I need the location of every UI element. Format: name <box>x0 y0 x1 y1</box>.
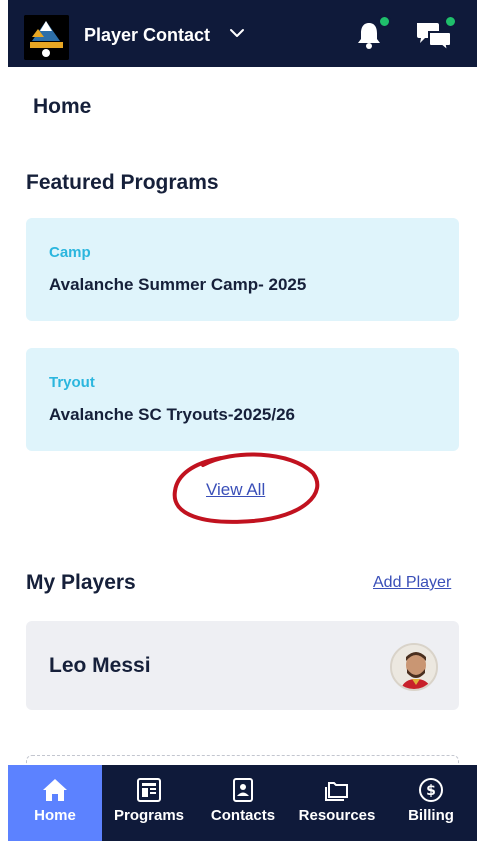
nav-item-resources[interactable]: Resources <box>290 765 384 841</box>
nav-label: Billing <box>408 807 454 824</box>
program-type-label: Camp <box>49 244 91 261</box>
dollar-icon: $ <box>419 778 443 802</box>
chevron-down-icon[interactable] <box>228 24 246 42</box>
nav-label: Home <box>34 807 76 824</box>
left-margin <box>0 0 8 847</box>
notification-dot <box>378 15 391 28</box>
featured-programs-heading: Featured Programs <box>26 171 219 194</box>
top-header: Player Contact <box>8 0 477 67</box>
app-screen: Player Contact Home Featured Programs Ca… <box>8 0 477 847</box>
home-icon <box>43 779 67 801</box>
programs-icon <box>137 778 161 802</box>
right-margin <box>477 0 483 847</box>
program-name: Avalanche Summer Camp- 2025 <box>49 275 307 294</box>
program-type-label: Tryout <box>49 374 95 391</box>
bottom-nav: Home Programs Contacts Resources $ Billi… <box>8 765 477 841</box>
svg-text:$: $ <box>426 783 436 799</box>
header-title[interactable]: Player Contact <box>84 25 210 46</box>
avatar <box>390 643 438 691</box>
nav-item-programs[interactable]: Programs <box>102 765 196 841</box>
nav-label: Resources <box>298 807 376 824</box>
contacts-icon <box>233 778 253 802</box>
nav-item-contacts[interactable]: Contacts <box>196 765 290 841</box>
program-name: Avalanche SC Tryouts-2025/26 <box>49 405 295 424</box>
my-players-heading: My Players <box>26 571 136 594</box>
nav-label: Contacts <box>210 807 276 824</box>
nav-label: Programs <box>113 807 185 824</box>
nav-item-billing[interactable]: $ Billing <box>384 765 477 841</box>
add-player-link[interactable]: Add Player <box>373 574 451 592</box>
page-title: Home <box>33 95 92 118</box>
nav-item-home[interactable]: Home <box>8 765 102 841</box>
player-card[interactable]: Leo Messi <box>26 621 459 710</box>
message-dot <box>444 15 457 28</box>
view-all-link[interactable]: View All <box>206 480 265 500</box>
club-logo[interactable] <box>24 15 69 60</box>
bottom-spacer <box>8 841 477 847</box>
folders-icon <box>325 782 348 801</box>
program-card-tryout[interactable]: Tryout Avalanche SC Tryouts-2025/26 <box>26 348 459 451</box>
player-name: Leo Messi <box>49 654 151 677</box>
program-card-camp[interactable]: Camp Avalanche Summer Camp- 2025 <box>26 218 459 321</box>
